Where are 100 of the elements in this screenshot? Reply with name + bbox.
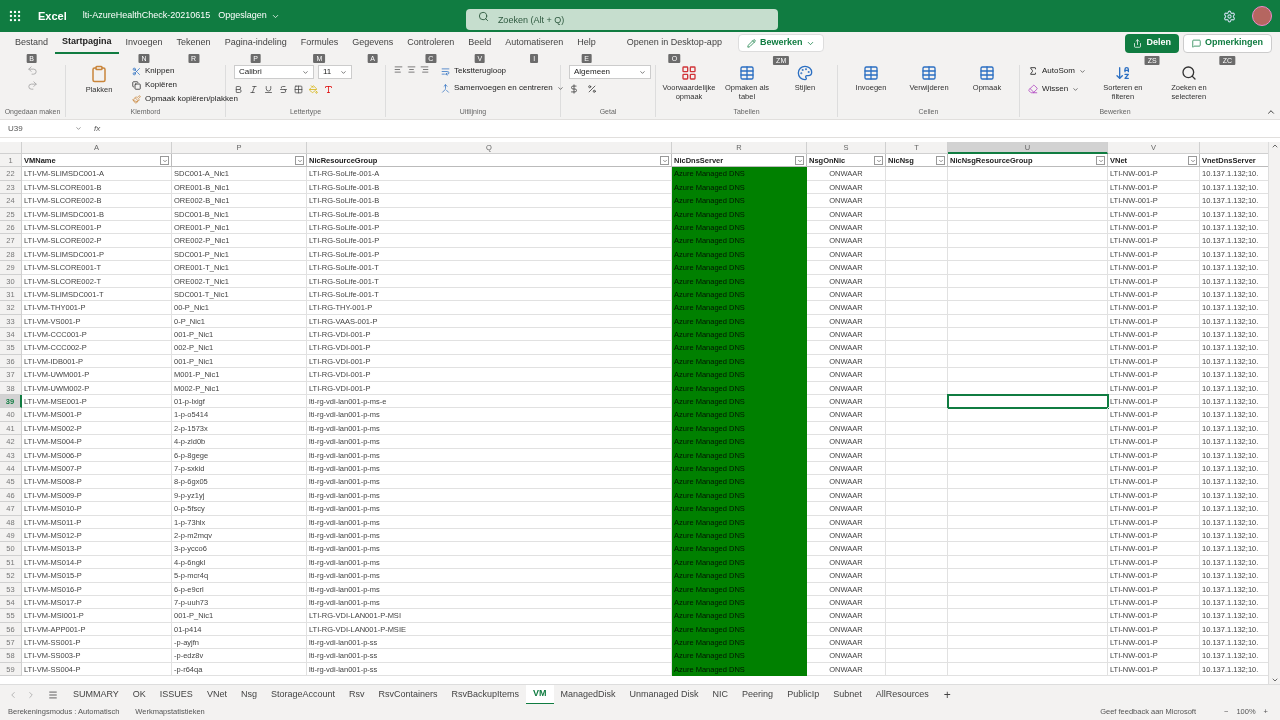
comment-icon bbox=[1192, 38, 1201, 48]
sheet-tab[interactable]: Rsv bbox=[341, 684, 372, 705]
sheet-tab[interactable]: VM bbox=[526, 684, 554, 705]
ribbon-tab[interactable]: Help bbox=[570, 32, 603, 54]
fill-color-icon[interactable] bbox=[309, 85, 318, 94]
ribbon-tab[interactable]: Formules bbox=[293, 32, 346, 54]
caret-icon bbox=[296, 157, 303, 164]
font-size-field[interactable]: 11 bbox=[318, 65, 352, 79]
merge-center-button[interactable]: Samenvoegen en centreren bbox=[441, 82, 564, 94]
empty-cell bbox=[886, 381, 948, 396]
empty-cell bbox=[886, 622, 948, 637]
sort-icon bbox=[1114, 65, 1131, 81]
underline-icon[interactable] bbox=[264, 85, 273, 94]
number-format-field[interactable]: Algemeen bbox=[569, 65, 651, 79]
sheet-tab[interactable]: AllResources bbox=[868, 684, 936, 705]
sheet-tab[interactable]: VNet bbox=[199, 684, 234, 705]
add-sheet-button[interactable]: + bbox=[935, 685, 959, 704]
sheet-tab[interactable]: PublicIp bbox=[780, 684, 827, 705]
borders-icon[interactable] bbox=[294, 85, 303, 94]
empty-cell bbox=[886, 207, 948, 221]
italic-icon[interactable] bbox=[249, 85, 258, 94]
filter-dropdown[interactable] bbox=[936, 156, 945, 165]
empty-cell bbox=[886, 247, 948, 262]
ribbon-tab[interactable]: Invoegen bbox=[118, 32, 170, 54]
empty-cell bbox=[886, 408, 948, 422]
align-right-icon[interactable] bbox=[420, 65, 429, 74]
scroll-up-icon bbox=[1270, 142, 1279, 150]
avatar[interactable] bbox=[1252, 6, 1272, 26]
sheet-tab[interactable]: Peering bbox=[735, 684, 781, 705]
percent-icon[interactable] bbox=[587, 84, 597, 94]
filter-dropdown[interactable] bbox=[660, 156, 669, 165]
filter-dropdown[interactable] bbox=[1096, 156, 1105, 165]
sheet-tab[interactable]: Unmanaged Disk bbox=[622, 684, 706, 705]
ribbon-tab[interactable]: Automatiseren bbox=[498, 32, 571, 54]
ribbon-tab[interactable]: Pagina-indeling bbox=[217, 32, 294, 54]
clear-button[interactable]: Wissen bbox=[1028, 83, 1086, 95]
sheet-tab[interactable]: Nsg bbox=[233, 684, 264, 705]
ribbon-tab[interactable]: Gegevens bbox=[345, 32, 401, 54]
ribbon-tab[interactable]: Beeld bbox=[461, 32, 499, 54]
ribbon-tab[interactable]: Controleren bbox=[400, 32, 462, 54]
empty-cell bbox=[886, 167, 948, 181]
caret-icon bbox=[1189, 157, 1196, 164]
empty-cell bbox=[886, 528, 948, 543]
bold-icon[interactable] bbox=[234, 85, 243, 94]
sheet-tab[interactable]: ISSUES bbox=[152, 684, 200, 705]
palette-icon bbox=[797, 65, 813, 81]
wrap-text-button[interactable]: Tekstterugloop bbox=[441, 65, 564, 77]
empty-cell bbox=[886, 421, 948, 436]
ribbon-tab[interactable]: Bestand bbox=[8, 32, 56, 54]
comments-button[interactable]: Opmerkingen bbox=[1183, 33, 1272, 53]
empty-cell bbox=[886, 462, 948, 476]
font-color-icon[interactable] bbox=[324, 85, 333, 94]
empty-cell bbox=[886, 180, 948, 195]
sheet-tab[interactable]: RsvBackupItems bbox=[444, 684, 526, 705]
function-label[interactable]: fx bbox=[94, 122, 101, 135]
name-box[interactable]: U39 bbox=[4, 121, 86, 136]
align-center-icon[interactable] bbox=[407, 65, 416, 74]
next-sheet-icon[interactable] bbox=[26, 689, 36, 700]
filter-dropdown[interactable] bbox=[1188, 156, 1197, 165]
sheet-tab[interactable]: StorageAccount bbox=[263, 684, 342, 705]
format-painter-button[interactable]: Opmaak kopiëren/plakken bbox=[132, 93, 238, 105]
filter-dropdown[interactable] bbox=[795, 156, 804, 165]
save-status[interactable]: Opgeslagen bbox=[218, 9, 280, 23]
sheet-tab[interactable]: Subnet bbox=[826, 684, 869, 705]
empty-cell bbox=[886, 194, 948, 208]
ribbon-tab[interactable]: Tekenen bbox=[169, 32, 218, 54]
sheet-tab[interactable]: NIC bbox=[705, 684, 736, 705]
caret-icon bbox=[161, 157, 168, 164]
empty-cell bbox=[886, 368, 948, 382]
sheet-tab[interactable]: ManagedDisk bbox=[553, 684, 623, 705]
filter-dropdown[interactable] bbox=[160, 156, 169, 165]
align-left-icon[interactable] bbox=[394, 65, 403, 74]
settings-icon[interactable] bbox=[1223, 9, 1236, 23]
app-name: Excel bbox=[38, 8, 67, 24]
scissors-icon bbox=[132, 66, 141, 76]
undo-icon[interactable] bbox=[27, 65, 38, 76]
empty-cell bbox=[886, 234, 948, 248]
filter-dropdown[interactable] bbox=[295, 156, 304, 165]
font-name-field[interactable]: Calibri bbox=[234, 65, 314, 79]
strikethrough-icon[interactable] bbox=[279, 85, 288, 94]
sheet-tab[interactable]: SUMMARY bbox=[66, 684, 126, 705]
empty-cell bbox=[886, 220, 948, 235]
filter-dropdown[interactable] bbox=[874, 156, 883, 165]
redo-icon[interactable] bbox=[27, 80, 38, 91]
sheet-tab[interactable]: RsvContainers bbox=[371, 684, 445, 705]
all-sheets-icon[interactable] bbox=[48, 689, 58, 700]
empty-cell bbox=[886, 314, 948, 329]
app-launcher-icon[interactable] bbox=[8, 9, 22, 23]
edit-mode-button[interactable]: Bewerken bbox=[737, 34, 825, 52]
autosum-button[interactable]: AutoSom bbox=[1028, 65, 1086, 77]
copy-button[interactable]: Kopiëren bbox=[132, 79, 238, 91]
vertical-scrollbar[interactable] bbox=[1268, 142, 1280, 684]
search-field[interactable]: Zoeken (Alt + Q) bbox=[465, 9, 778, 30]
share-button[interactable]: Delen bbox=[1125, 33, 1179, 53]
sheet-tab[interactable]: OK bbox=[125, 684, 153, 705]
previous-sheet-icon[interactable] bbox=[8, 689, 18, 700]
file-name[interactable]: lti-AzureHealthCheck-20210615 bbox=[82, 9, 211, 23]
collapse-ribbon-icon[interactable] bbox=[1266, 107, 1276, 117]
open-desktop-button[interactable]: Openen in Desktop-app bbox=[618, 32, 730, 54]
currency-icon[interactable] bbox=[569, 84, 579, 94]
